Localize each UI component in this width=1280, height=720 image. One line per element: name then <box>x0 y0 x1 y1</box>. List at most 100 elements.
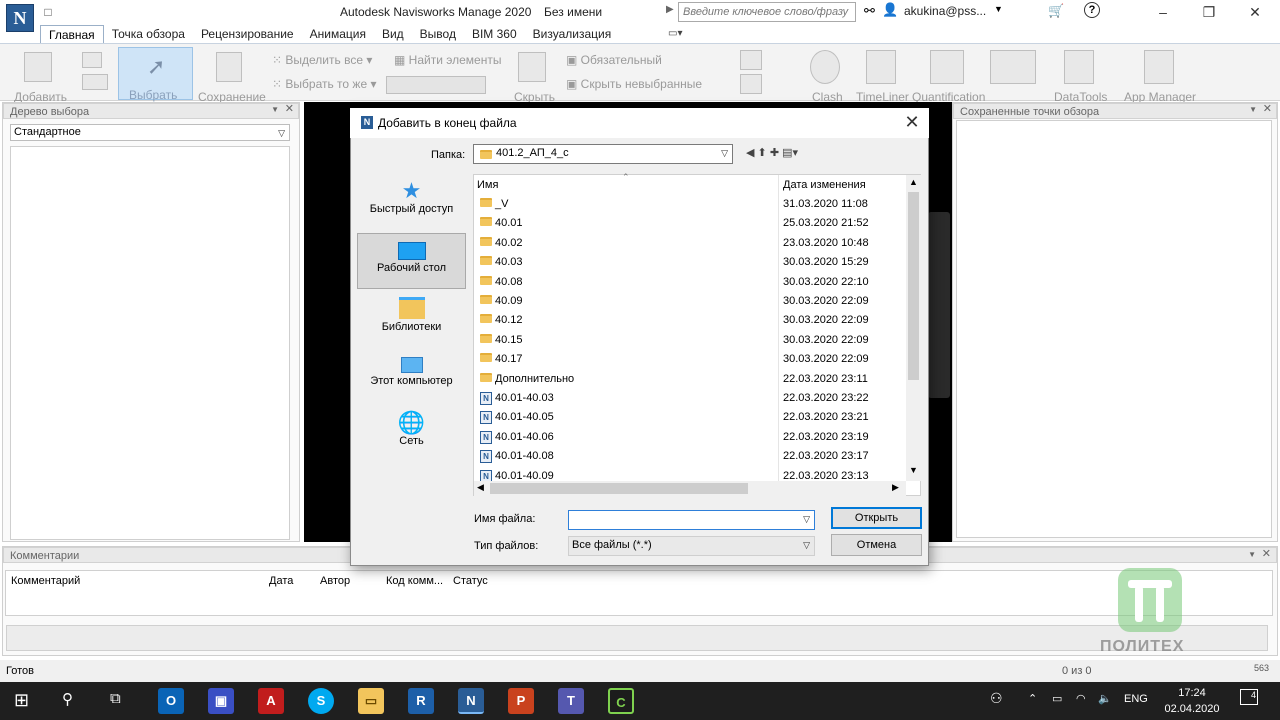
save-disk-icon[interactable]: ▣ <box>208 688 234 714</box>
file-row[interactable]: 40.17 30.03.2020 22:09 <box>478 350 904 369</box>
hide-unselected-button[interactable]: ▣ Скрыть невыбранные <box>566 77 702 91</box>
select-all-button[interactable]: ⁙ Выделить все ▾ <box>272 53 372 67</box>
file-explorer-icon[interactable]: ▭ <box>358 688 384 714</box>
select-tool-button[interactable]: ➚ Выбрать <box>118 47 193 102</box>
links-icon[interactable] <box>740 50 762 70</box>
col-date-modified[interactable]: Дата изменения <box>783 179 866 191</box>
dialog-close-button[interactable]: ✕ <box>900 112 924 134</box>
scroll-left-icon[interactable]: ◀ <box>477 482 484 493</box>
clock[interactable]: 17:24 02.04.2020 <box>1160 685 1224 717</box>
saved-viewpoints-list[interactable] <box>956 120 1272 538</box>
up-folder-icon[interactable]: ⬆ <box>758 147 767 159</box>
file-row[interactable]: 40.03 30.03.2020 15:29 <box>478 253 904 272</box>
col-status[interactable]: Статус <box>453 575 488 587</box>
panel-close-icon[interactable]: ✕ <box>1263 103 1272 115</box>
place-this-pc[interactable]: Этот компьютер <box>357 349 466 405</box>
back-icon[interactable]: ◀ <box>746 147 754 159</box>
user-icon[interactable]: 👤 <box>882 2 898 18</box>
vertical-scroll-thumb[interactable] <box>908 192 919 380</box>
tab-view[interactable]: Вид <box>374 25 412 44</box>
file-row[interactable]: N 40.01-40.05 22.03.2020 23:21 <box>478 408 904 427</box>
panel-menu-icon[interactable]: ▼ <box>1248 549 1256 561</box>
panel-menu-icon[interactable]: ▼ <box>1249 104 1257 116</box>
help-icon[interactable]: ? <box>1084 2 1100 18</box>
tools-grid-icon[interactable] <box>990 50 1036 84</box>
revit-icon[interactable]: R <box>408 688 434 714</box>
user-dropdown-icon[interactable]: ▼ <box>994 4 1003 14</box>
filename-input[interactable]: ▽ <box>568 510 815 530</box>
properties-icon[interactable] <box>740 74 762 94</box>
language-indicator[interactable]: ENG <box>1124 693 1148 705</box>
open-button[interactable]: Открыть <box>831 507 922 529</box>
col-name[interactable]: Имя <box>477 179 498 191</box>
find-items-button[interactable]: ▦ Найти элементы <box>394 53 501 67</box>
tree-mode-select[interactable]: Стандартное ▽ <box>10 124 290 141</box>
file-row[interactable]: 40.02 23.03.2020 10:48 <box>478 234 904 253</box>
wifi-icon[interactable]: ◠ <box>1076 692 1086 705</box>
scroll-up-icon[interactable]: ▲ <box>909 177 918 187</box>
scroll-down-icon[interactable]: ▼ <box>909 465 918 475</box>
file-row[interactable]: N 40.01-40.08 22.03.2020 23:17 <box>478 447 904 466</box>
windows-start-icon[interactable]: ⊞ <box>14 690 34 710</box>
minimize-button[interactable]: – <box>1140 2 1186 22</box>
new-folder-icon[interactable]: ✚ <box>770 147 779 159</box>
user-account[interactable]: akukina@pss... <box>904 4 986 18</box>
notifications-icon[interactable]: 4 <box>1240 689 1258 705</box>
camtasia-icon[interactable]: C <box>608 688 634 714</box>
selection-tree[interactable] <box>10 146 290 540</box>
restore-button[interactable]: ❐ <box>1186 2 1232 22</box>
comment-text-field[interactable] <box>6 625 1268 651</box>
cancel-button[interactable]: Отмена <box>831 534 922 556</box>
place-network[interactable]: 🌐 Сеть <box>357 407 466 463</box>
chevron-down-icon[interactable]: ▽ <box>803 514 810 525</box>
caret-right-icon[interactable]: ▶ <box>666 4 674 15</box>
panel-close-icon[interactable]: ✕ <box>1262 548 1271 560</box>
navigation-bar[interactable] <box>928 212 950 398</box>
tab-animation[interactable]: Анимация <box>302 25 374 44</box>
tab-render[interactable]: Визуализация <box>525 25 620 44</box>
col-date[interactable]: Дата <box>269 575 293 587</box>
file-row[interactable]: N 40.01-40.03 22.03.2020 23:22 <box>478 389 904 408</box>
binoculars-icon[interactable]: ⚯ <box>864 3 875 19</box>
tab-review[interactable]: Рецензирование <box>193 25 302 44</box>
app-logo-icon[interactable]: N <box>6 4 34 32</box>
place-desktop[interactable]: Рабочий стол <box>357 233 466 289</box>
powerpoint-icon[interactable]: P <box>508 688 534 714</box>
col-author[interactable]: Автор <box>320 575 350 587</box>
people-icon[interactable]: ⚇ <box>990 690 1003 707</box>
volume-icon[interactable]: 🔈 <box>1098 692 1112 705</box>
folder-select[interactable]: 401.2_АП_4_с ▽ <box>473 144 733 164</box>
ribbon-options-icon[interactable]: ▭▾ <box>668 28 682 39</box>
acrobat-icon[interactable]: A <box>258 688 284 714</box>
skype-icon[interactable]: S <box>308 688 334 714</box>
file-row[interactable]: 40.12 30.03.2020 22:09 <box>478 311 904 330</box>
col-comment[interactable]: Комментарий <box>11 575 80 587</box>
file-row[interactable]: 40.08 30.03.2020 22:10 <box>478 273 904 292</box>
tab-output[interactable]: Вывод <box>412 25 464 44</box>
teams-icon[interactable]: T <box>558 688 584 714</box>
place-quick-access[interactable]: ★ Быстрый доступ <box>357 175 466 231</box>
navisworks-taskbar-icon[interactable]: N <box>458 688 484 714</box>
require-button[interactable]: ▣ Обязательный <box>566 53 662 67</box>
panel-menu-icon[interactable]: ▼ <box>271 104 279 116</box>
tab-home[interactable]: Главная <box>40 25 104 44</box>
file-row[interactable]: 40.09 30.03.2020 22:09 <box>478 292 904 311</box>
file-row[interactable]: 40.15 30.03.2020 22:09 <box>478 331 904 350</box>
file-row[interactable]: Дополнительно 22.03.2020 23:11 <box>478 370 904 389</box>
search-input[interactable]: Введите ключевое слово/фразу <box>678 2 856 22</box>
tab-bim360[interactable]: BIM 360 <box>464 25 525 44</box>
file-row[interactable]: N 40.01-40.06 22.03.2020 23:19 <box>478 428 904 447</box>
cart-icon[interactable]: 🛒 <box>1048 3 1064 19</box>
panel-close-icon[interactable]: ✕ <box>285 103 294 115</box>
col-code[interactable]: Код комм... <box>386 575 443 587</box>
view-menu-icon[interactable]: ▤▾ <box>782 147 798 159</box>
outlook-icon[interactable]: O <box>158 688 184 714</box>
horizontal-scroll-thumb[interactable] <box>490 483 748 494</box>
comments-table[interactable]: Комментарий Дата Автор Код комм... Стату… <box>5 570 1273 616</box>
tab-viewpoint[interactable]: Точка обзора <box>104 25 193 44</box>
tray-chevron-icon[interactable]: ⌃ <box>1028 692 1037 705</box>
place-libraries[interactable]: Библиотеки <box>357 291 466 347</box>
search-set-field[interactable] <box>386 76 486 94</box>
search-icon[interactable]: ⚲ <box>62 690 73 708</box>
task-view-icon[interactable]: ⧉ <box>110 690 121 707</box>
